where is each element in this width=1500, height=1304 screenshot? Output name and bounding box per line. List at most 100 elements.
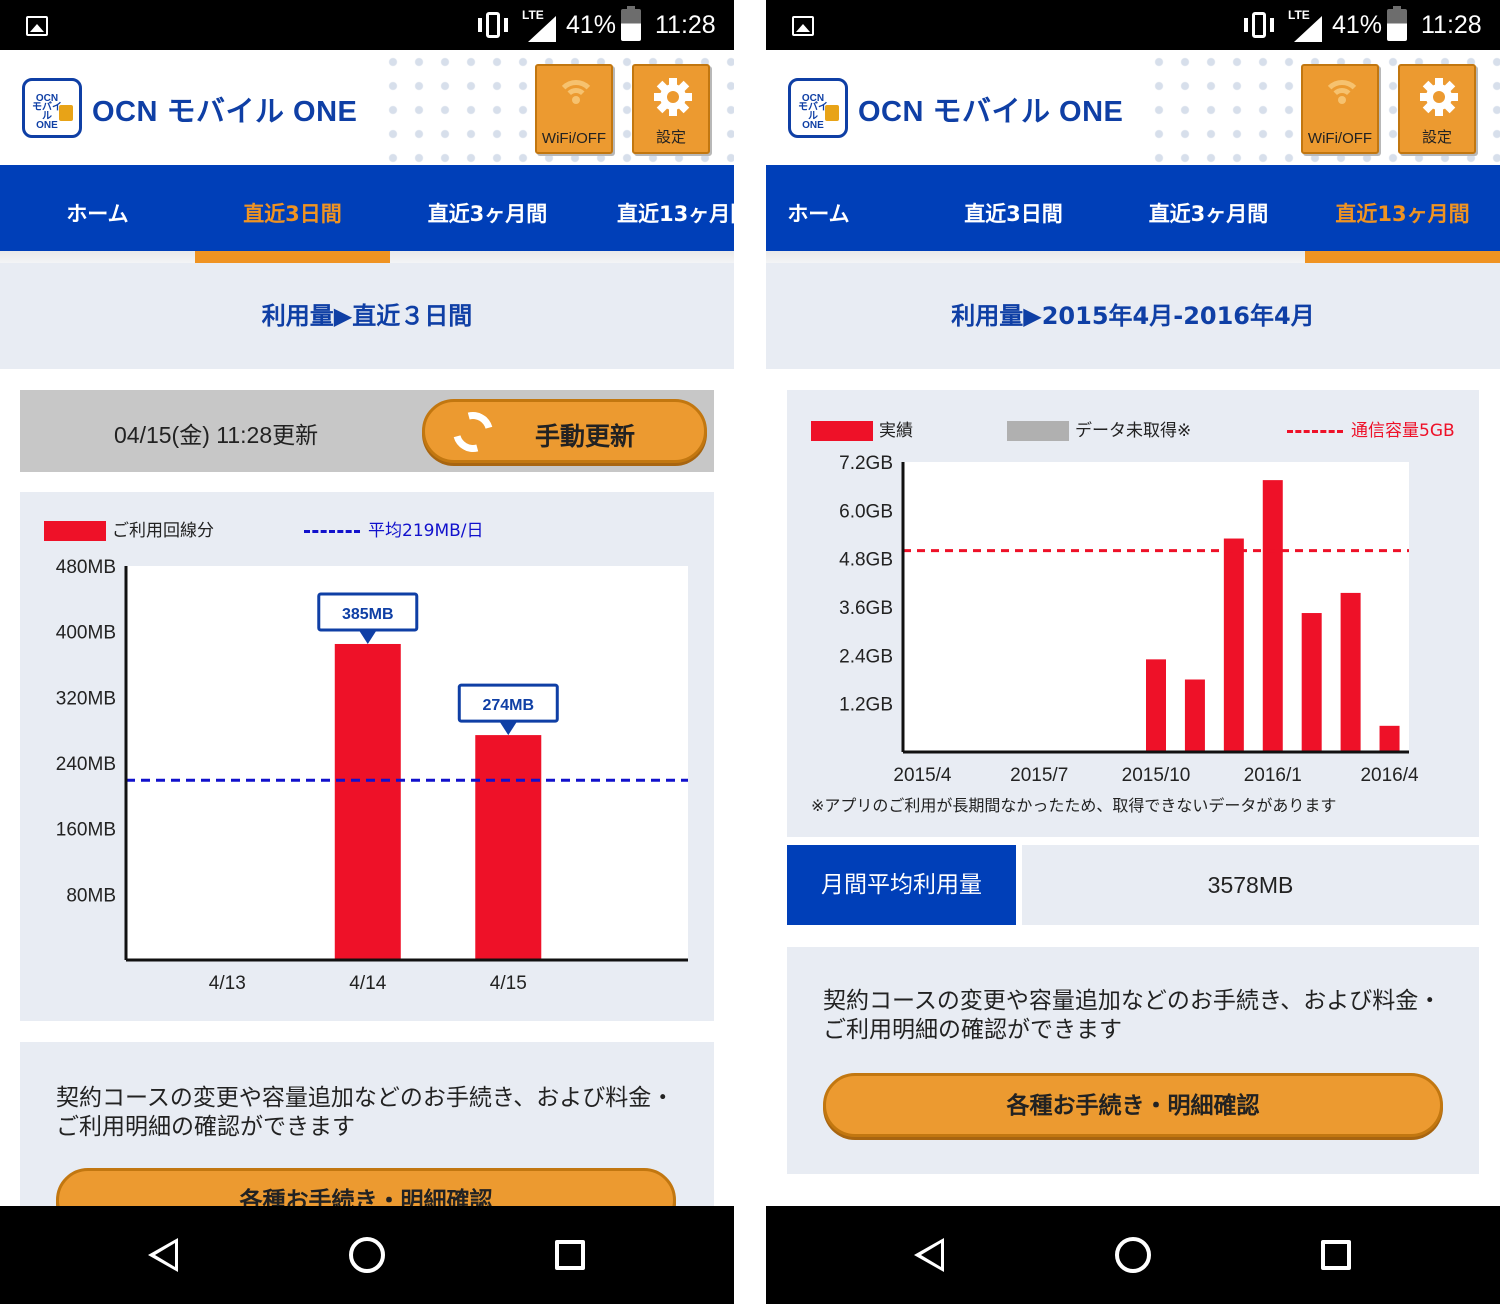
battery-percent: 41% <box>1332 11 1383 39</box>
gear-icon <box>654 78 692 116</box>
y-tick-label: 80MB <box>66 885 116 906</box>
tab-last-13-months[interactable]: 直近13ヶ月間 <box>585 165 734 251</box>
wifi-off-button[interactable]: WiFi/OFF <box>1301 64 1379 154</box>
x-tick-label: 2015/4 <box>893 765 952 786</box>
x-tick-label: 2015/10 <box>1122 765 1191 786</box>
status-bar: LTE 41% 11:28 <box>0 0 734 50</box>
system-nav-bar <box>766 1206 1500 1304</box>
y-tick-label: 320MB <box>56 688 116 709</box>
daily-usage-chart: 80MB 160MB 240MB 320MB 400MB 480MB 4/13 4/14 385… <box>56 557 688 994</box>
y-tick-label: 240MB <box>56 754 116 775</box>
phone-left: LTE 41% 11:28 OCN モバイル ONE OCN モバイル ONE … <box>0 0 734 1304</box>
usage-bar <box>475 735 542 960</box>
y-tick-label: 480MB <box>56 557 116 578</box>
breadcrumb: 利用量▶2015年4月-2016年4月 <box>951 302 1315 330</box>
recent-apps-icon[interactable] <box>555 1240 585 1270</box>
settings-button[interactable]: 設定 <box>1398 64 1476 154</box>
settings-button[interactable]: 設定 <box>632 64 710 154</box>
signal-icon <box>1294 16 1322 42</box>
breadcrumb: 利用量▶直近３日間 <box>261 302 473 330</box>
tab-last-3-days[interactable]: 直近3日間 <box>195 165 390 251</box>
monthly-usage-chart: 1.2GB 2.4GB 3.6GB 4.8GB 6.0GB 7.2GB 2015/4 2015… <box>839 453 1419 786</box>
signal-icon <box>528 16 556 42</box>
tab-bar: ホーム 直近3日間 直近3ヶ月間 直近13ヶ月間 <box>766 165 1500 251</box>
procedures-info-text: 契約コースの変更や容量追加などのお手続き、および料金・ご利用明細の確認ができます <box>56 1085 675 1140</box>
y-tick-label: 4.8GB <box>839 550 893 571</box>
x-tick-label: 2016/4 <box>1360 765 1419 786</box>
usage-bar <box>334 643 401 960</box>
phone-right: LTE 41% 11:28 OCN モバイル ONE OCN モバイル ONE … <box>766 0 1500 1304</box>
battery-icon <box>621 6 641 41</box>
system-nav-bar <box>0 1206 734 1304</box>
x-tick-label: 4/13 <box>209 973 246 994</box>
image-notification-icon <box>792 16 814 36</box>
wifi-icon <box>1322 80 1362 120</box>
y-tick-label: 1.2GB <box>839 695 893 716</box>
back-icon[interactable] <box>148 1238 178 1272</box>
x-tick-label: 2015/7 <box>1010 765 1068 786</box>
active-tab-indicator <box>195 251 390 263</box>
back-icon[interactable] <box>914 1238 944 1272</box>
refresh-icon <box>445 404 501 460</box>
app-title: OCN モバイル ONE <box>858 96 1124 128</box>
monthly-average-label: 月間平均利用量 <box>787 845 1016 925</box>
app-logo: OCN モバイル ONE <box>788 78 848 138</box>
wifi-button-label: WiFi/OFF <box>1307 130 1373 147</box>
settings-button-label: 設定 <box>1421 129 1452 146</box>
tab-last-3-months[interactable]: 直近3ヶ月間 <box>1111 165 1306 251</box>
active-tab-indicator <box>1305 251 1500 263</box>
x-tick-label: 4/15 <box>490 973 527 994</box>
y-tick-label: 3.6GB <box>839 598 893 619</box>
update-row: 04/15(金) 11:28更新 手動更新 <box>20 390 714 472</box>
usage-bar <box>1379 725 1400 752</box>
app-title: OCN モバイル ONE <box>92 96 358 128</box>
tab-home[interactable]: ホーム <box>0 165 195 251</box>
vibrate-icon <box>1244 12 1274 38</box>
image-notification-icon <box>26 16 48 36</box>
x-tick-label: 4/14 <box>349 973 386 994</box>
last-updated-text: 04/15(金) 11:28更新 <box>114 422 319 448</box>
status-bar: LTE 41% 11:28 <box>766 0 1500 50</box>
gear-icon <box>1420 78 1458 116</box>
manual-refresh-button[interactable]: 手動更新 <box>422 399 707 463</box>
usage-bar <box>1146 659 1166 752</box>
usage-bar <box>1223 538 1244 752</box>
y-tick-label: 2.4GB <box>839 646 893 667</box>
settings-button-label: 設定 <box>655 129 686 146</box>
refresh-button-label: 手動更新 <box>535 422 636 451</box>
tab-bar: ホーム 直近3日間 直近3ヶ月間 直近13ヶ月間 <box>0 165 734 251</box>
vibrate-icon <box>478 12 508 38</box>
recent-apps-icon[interactable] <box>1321 1240 1351 1270</box>
tab-last-3-months[interactable]: 直近3ヶ月間 <box>390 165 585 251</box>
y-tick-label: 160MB <box>56 820 116 841</box>
battery-icon <box>1387 6 1407 41</box>
data-label: 385MB <box>342 606 394 623</box>
y-tick-label: 7.2GB <box>839 453 893 474</box>
missing-data-note: ※アプリのご利用が長期間なかったため、取得できないデータがあります <box>811 796 1337 815</box>
usage-bar <box>1184 679 1205 752</box>
usage-bar <box>1262 480 1283 752</box>
sim-icon <box>59 105 73 121</box>
clock: 11:28 <box>1421 11 1482 39</box>
tab-last-3-days[interactable]: 直近3日間 <box>916 165 1111 251</box>
home-icon[interactable] <box>1115 1237 1151 1273</box>
home-icon[interactable] <box>349 1237 385 1273</box>
battery-percent: 41% <box>566 11 617 39</box>
data-label: 274MB <box>482 697 534 714</box>
procedures-button[interactable]: 各種お手続き・明細確認 <box>823 1073 1443 1137</box>
procedures-card: 契約コースの変更や容量追加などのお手続き、および料金・ご利用明細の確認ができます… <box>787 947 1479 1174</box>
tab-last-13-months[interactable]: 直近13ヶ月間 <box>1305 165 1500 251</box>
app-logo: OCN モバイル ONE <box>22 78 82 138</box>
usage-chart-card: ご利用回線分 平均219MB/日 80MB 160MB 240MB 320MB 400M… <box>20 492 714 1021</box>
usage-bar <box>1301 613 1322 752</box>
monthly-chart-card: 実績 データ未取得※ 通信容量5GB 1.2GB 2.4GB 3.6GB 4.8GB 6… <box>787 390 1479 837</box>
procedures-info-text: 契約コースの変更や容量追加などのお手続き、および料金・ご利用明細の確認ができます <box>823 988 1442 1043</box>
monthly-average-value: 3578MB <box>1022 845 1479 925</box>
wifi-off-button[interactable]: WiFi/OFF <box>535 64 613 154</box>
y-tick-label: 400MB <box>56 623 116 644</box>
tab-home[interactable]: ホーム <box>766 165 871 251</box>
y-tick-label: 6.0GB <box>839 501 893 522</box>
app-header: OCN モバイル ONE OCN モバイル ONE WiFi/OFF 設定 <box>766 50 1500 165</box>
x-tick-label: 2016/1 <box>1244 765 1302 786</box>
wifi-icon <box>556 80 596 120</box>
